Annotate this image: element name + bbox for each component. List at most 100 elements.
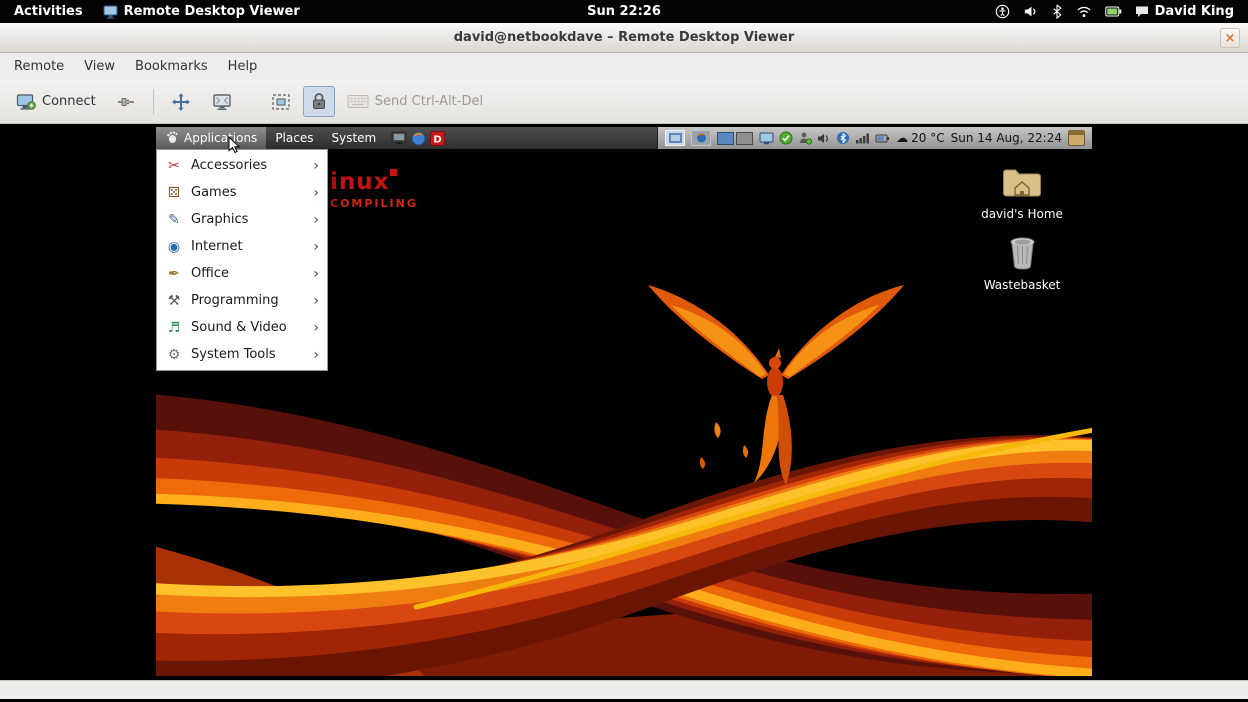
menu-item-graphics[interactable]: ✎ Graphics › bbox=[158, 206, 326, 233]
home-folder-icon bbox=[1002, 167, 1042, 202]
submenu-arrow-icon: › bbox=[313, 239, 319, 255]
panel-menu-places[interactable]: Places bbox=[266, 127, 322, 149]
menu-bookmarks[interactable]: Bookmarks bbox=[125, 55, 218, 78]
menu-item-label: Accessories bbox=[191, 158, 267, 173]
battery-icon[interactable] bbox=[1105, 6, 1122, 17]
debian-launcher-icon[interactable]: D bbox=[430, 131, 445, 146]
bluetooth-icon[interactable] bbox=[1051, 4, 1063, 19]
submenu-arrow-icon: › bbox=[313, 293, 319, 309]
remote-screen[interactable]: inux COMPILING Applications Places Syste… bbox=[156, 127, 1092, 676]
scaling-toggle-button[interactable] bbox=[263, 87, 299, 117]
menu-item-accessories[interactable]: ✂ Accessories › bbox=[158, 152, 326, 179]
menu-help[interactable]: Help bbox=[218, 55, 268, 78]
panel-menu-applications-label: Applications bbox=[184, 131, 257, 145]
weather-temp: 20 °C bbox=[911, 131, 944, 145]
wallpaper-tm-mark bbox=[390, 169, 397, 176]
workspace-2[interactable] bbox=[736, 132, 753, 145]
wallpaper-brand-line2: COMPILING bbox=[330, 197, 418, 210]
menu-item-system-tools[interactable]: ⚙ System Tools › bbox=[158, 341, 326, 368]
readonly-lock-icon bbox=[311, 92, 327, 111]
activities-button[interactable]: Activities bbox=[14, 4, 83, 19]
panel-launchers: D bbox=[385, 127, 451, 149]
sound-video-icon: ♬ bbox=[165, 320, 183, 336]
panel-clock[interactable]: Sun 14 Aug, 22:24 bbox=[951, 131, 1062, 145]
disconnect-button[interactable] bbox=[108, 87, 144, 117]
gnome-top-bar: Activities Remote Desktop Viewer Sun 22:… bbox=[0, 0, 1248, 23]
accessibility-icon[interactable] bbox=[995, 4, 1010, 19]
window-close-button[interactable]: × bbox=[1220, 28, 1240, 48]
remote-desktop-viewer-app-icon bbox=[103, 5, 118, 19]
browser-launcher-icon[interactable] bbox=[411, 131, 426, 146]
screenshot-button[interactable] bbox=[203, 86, 241, 117]
remote-viewport: inux COMPILING Applications Places Syste… bbox=[0, 127, 1248, 680]
panel-menu-applications[interactable]: Applications bbox=[156, 127, 266, 149]
user-name: David King bbox=[1155, 4, 1234, 19]
weather-applet[interactable]: ☁ 20 °C bbox=[896, 131, 944, 145]
keyboard-icon bbox=[347, 94, 369, 109]
system-tools-icon: ⚙ bbox=[165, 347, 183, 363]
battery-icon[interactable] bbox=[875, 133, 890, 144]
menu-item-sound-video[interactable]: ♬ Sound & Video › bbox=[158, 314, 326, 341]
menu-view[interactable]: View bbox=[74, 55, 125, 78]
user-presence-icon[interactable] bbox=[798, 131, 812, 145]
submenu-arrow-icon: › bbox=[313, 320, 319, 336]
network-signal-icon[interactable] bbox=[855, 132, 870, 144]
menu-item-label: Office bbox=[191, 266, 229, 281]
workspace-switcher[interactable] bbox=[717, 132, 753, 145]
connect-label: Connect bbox=[42, 94, 96, 109]
remote-top-panel: Applications Places System D bbox=[156, 127, 1092, 149]
wallpaper-brand-text: inux COMPILING bbox=[330, 169, 418, 210]
display-icon[interactable] bbox=[759, 132, 774, 145]
toolbar-separator bbox=[153, 89, 154, 115]
scaling-toggle-icon bbox=[271, 93, 291, 111]
wifi-icon[interactable] bbox=[1076, 5, 1092, 18]
disconnect-icon bbox=[116, 93, 136, 111]
internet-icon: ◉ bbox=[165, 239, 183, 255]
panel-menu-system-label: System bbox=[331, 131, 376, 145]
wallpaper-brand-line1: inux bbox=[330, 169, 389, 195]
accessories-icon: ✂ bbox=[165, 158, 183, 174]
menu-remote[interactable]: Remote bbox=[4, 55, 74, 78]
window-title: david@netbookdave – Remote Desktop Viewe… bbox=[454, 30, 795, 45]
gnome-foot-icon bbox=[165, 130, 179, 147]
menu-item-label: Internet bbox=[191, 239, 243, 254]
volume-icon[interactable] bbox=[1023, 4, 1038, 19]
pan-view-button[interactable] bbox=[163, 86, 199, 118]
connect-button[interactable]: Connect bbox=[8, 87, 104, 117]
workspace-1[interactable] bbox=[717, 132, 734, 145]
window-list-item-1[interactable] bbox=[665, 130, 685, 146]
focused-app-menu[interactable]: Remote Desktop Viewer bbox=[103, 4, 300, 19]
submenu-arrow-icon: › bbox=[313, 347, 319, 363]
bluetooth-icon[interactable] bbox=[836, 131, 850, 145]
submenu-arrow-icon: › bbox=[313, 158, 319, 174]
menu-item-label: System Tools bbox=[191, 347, 276, 362]
panel-menu-system[interactable]: System bbox=[322, 127, 385, 149]
mouse-cursor bbox=[228, 136, 241, 158]
menu-item-programming[interactable]: ⚒ Programming › bbox=[158, 287, 326, 314]
submenu-arrow-icon: › bbox=[313, 185, 319, 201]
svg-text:D: D bbox=[434, 134, 442, 145]
menu-item-label: Graphics bbox=[191, 212, 248, 227]
shell-clock[interactable]: Sun 22:26 bbox=[587, 4, 661, 19]
pan-icon bbox=[171, 92, 191, 112]
user-menu[interactable]: David King bbox=[1135, 4, 1234, 19]
screenshot-launcher-icon[interactable] bbox=[391, 131, 407, 145]
focused-app-name: Remote Desktop Viewer bbox=[124, 4, 300, 19]
window-titlebar[interactable]: david@netbookdave – Remote Desktop Viewe… bbox=[0, 23, 1248, 53]
volume-icon[interactable] bbox=[817, 132, 831, 145]
desktop-icon-wastebasket[interactable]: Wastebasket bbox=[966, 237, 1078, 292]
window-list-item-2[interactable] bbox=[691, 130, 711, 146]
window-toolbar: Connect Send Ctrl-Alt-Del bbox=[0, 80, 1248, 124]
menu-item-office[interactable]: ✒ Office › bbox=[158, 260, 326, 287]
updates-ok-icon[interactable] bbox=[779, 131, 793, 145]
calendar-applet-icon[interactable] bbox=[1068, 130, 1085, 146]
desktop-icon-home[interactable]: david's Home bbox=[966, 167, 1078, 221]
submenu-arrow-icon: › bbox=[313, 266, 319, 282]
desktop-icon-label: david's Home bbox=[981, 207, 1063, 221]
menu-item-games[interactable]: ⚄ Games › bbox=[158, 179, 326, 206]
graphics-icon: ✎ bbox=[165, 212, 183, 228]
menu-item-internet[interactable]: ◉ Internet › bbox=[158, 233, 326, 260]
menu-item-label: Programming bbox=[191, 293, 279, 308]
view-only-toggle-button[interactable] bbox=[303, 86, 335, 117]
panel-right-section: ☁ 20 °C Sun 14 Aug, 22:24 bbox=[657, 127, 1092, 149]
